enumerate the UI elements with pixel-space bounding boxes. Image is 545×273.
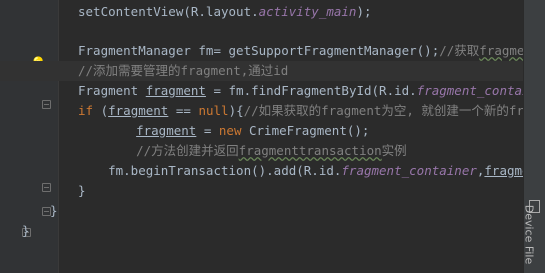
code-token: fragment xyxy=(145,83,206,98)
code-token: = xyxy=(196,123,219,138)
code-token: fragmenttransaction xyxy=(238,143,382,158)
device-file-explorer-tab[interactable]: Device File xyxy=(523,205,536,265)
code-line[interactable]: fragment = new CrimeFragment(); xyxy=(0,121,524,141)
code-token: ){ xyxy=(228,103,244,118)
code-token: //如果获取的fragment为空, 就创建一个新的frag xyxy=(243,103,540,118)
code-token: } xyxy=(50,203,58,218)
code-token: fragment xyxy=(108,103,169,118)
code-token: fm.beginTransaction().add(R.id. xyxy=(78,163,342,178)
code-token: if xyxy=(78,103,94,118)
code-token: null xyxy=(198,103,229,118)
code-line[interactable]: if (fragment == null){//如果获取的fragment为空,… xyxy=(0,101,539,121)
code-line[interactable]: Fragment fragment = fm.findFragmentById(… xyxy=(0,81,545,101)
code-token: ); xyxy=(356,4,372,19)
code-token: //添加需要管理的fragment,通过id xyxy=(78,63,289,78)
code-token: == xyxy=(168,103,199,118)
code-token: //方法创建并返回 xyxy=(136,143,239,158)
code-token: fragment xyxy=(136,123,197,138)
code-line[interactable]: fm.beginTransaction().add(R.id.fragment_… xyxy=(0,161,545,181)
code-token: } xyxy=(78,183,86,198)
code-token: Fragment xyxy=(78,83,146,98)
code-token: 实例 xyxy=(381,143,407,158)
code-token: fragment_container xyxy=(341,163,477,178)
code-line[interactable]: } xyxy=(0,181,524,201)
code-token: ( xyxy=(93,103,109,118)
code-token: setContentView(R.layout. xyxy=(78,4,259,19)
code-token: CrimeFragment(); xyxy=(241,123,370,138)
code-line[interactable] xyxy=(0,22,524,42)
code-token: new xyxy=(218,123,242,138)
code-line[interactable]: } xyxy=(0,221,524,241)
code-token: activity_main xyxy=(258,4,357,19)
code-line[interactable]: setContentView(R.layout.activity_main); xyxy=(0,2,524,22)
code-editor[interactable]: 💡 setContentView(R.layout.activity_main)… xyxy=(0,0,545,273)
code-token: FragmentManager fm= getSupportFragmentMa… xyxy=(78,43,440,58)
code-token: //获取 xyxy=(439,43,480,58)
code-line[interactable]: //方法创建并返回fragmenttransaction实例 xyxy=(0,141,524,161)
code-line[interactable]: FragmentManager fm= getSupportFragmentMa… xyxy=(0,41,545,61)
code-line[interactable]: //添加需要管理的fragment,通过id xyxy=(0,61,524,81)
code-token: = fm.findFragmentById(R.id. xyxy=(205,83,417,98)
code-line[interactable]: } xyxy=(0,201,524,221)
tool-window-strip: Device File xyxy=(523,0,545,273)
code-token: } xyxy=(22,223,30,238)
